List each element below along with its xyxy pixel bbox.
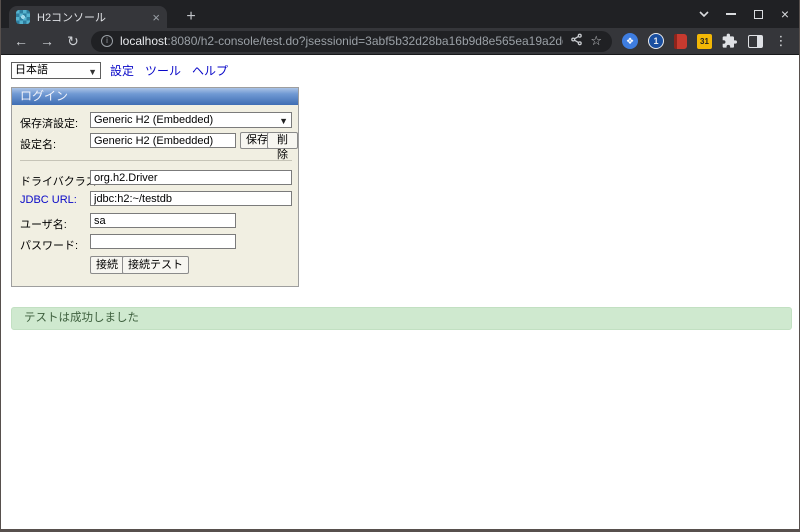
browser-menu-icon[interactable]: ⋮ — [773, 33, 789, 49]
login-panel: ログイン 保存済設定: Generic H2 (Embedded) ▼ 設定名:… — [11, 87, 299, 287]
tools-link[interactable]: ツール — [145, 62, 181, 79]
password-input[interactable] — [90, 234, 236, 249]
tab-strip: H2コンソール × + × — [1, 0, 799, 28]
login-panel-title: ログイン — [12, 88, 298, 105]
tab-search-chevron-icon[interactable] — [698, 8, 710, 20]
tab-close-icon[interactable]: × — [152, 11, 160, 24]
test-success-message: テストは成功しました — [11, 307, 792, 330]
saved-settings-label: 保存済設定: — [20, 115, 78, 131]
reload-icon[interactable]: ↻ — [61, 33, 85, 50]
settings-link[interactable]: 設定 — [110, 62, 134, 79]
back-icon[interactable]: ← — [9, 33, 33, 49]
password-label: パスワード: — [20, 237, 78, 253]
forward-icon[interactable]: → — [35, 33, 59, 49]
chevron-down-icon: ▼ — [88, 65, 97, 80]
username-input[interactable] — [90, 213, 236, 228]
extensions-row: ❖ 1 31 ⋮ — [620, 33, 791, 49]
browser-tab[interactable]: H2コンソール × — [9, 6, 167, 28]
saved-settings-value: Generic H2 (Embedded) — [94, 114, 213, 126]
extensions-puzzle-icon[interactable] — [722, 33, 738, 49]
saved-settings-select[interactable]: Generic H2 (Embedded) ▼ — [90, 112, 292, 128]
console-topbar: 日本語 ▼ 設定 ツール ヘルプ — [11, 62, 228, 79]
share-icon[interactable] — [570, 33, 583, 49]
calendar-extension-icon[interactable]: 31 — [697, 34, 712, 49]
bookmark-star-icon[interactable]: ☆ — [590, 33, 602, 49]
language-select[interactable]: 日本語 ▼ — [11, 62, 101, 79]
dictionary-extension-icon[interactable] — [674, 34, 687, 49]
jdbc-url-input[interactable] — [90, 191, 292, 206]
browser-toolbar: ← → ↻ i localhost:8080/h2-console/test.d… — [1, 28, 799, 55]
site-info-icon[interactable]: i — [101, 35, 113, 47]
new-tab-button[interactable]: + — [179, 5, 203, 29]
help-link[interactable]: ヘルプ — [192, 62, 228, 79]
driver-class-label: ドライバクラス: — [20, 173, 100, 189]
browser-window: H2コンソール × + × ← → ↻ i localhost:8080/h2-… — [0, 0, 800, 532]
connect-button[interactable]: 接続 — [90, 256, 124, 274]
address-bar[interactable]: i localhost:8080/h2-console/test.do?jses… — [91, 31, 612, 52]
side-panel-icon[interactable] — [748, 35, 763, 48]
divider — [20, 160, 292, 161]
close-button[interactable]: × — [779, 8, 791, 20]
console-nav-links: 設定 ツール ヘルプ — [110, 62, 228, 79]
delete-button[interactable]: 削除 — [267, 132, 298, 149]
setting-name-label: 設定名: — [20, 136, 56, 152]
username-label: ユーザ名: — [20, 216, 67, 232]
setting-name-input[interactable] — [90, 133, 236, 148]
jdbc-url-label[interactable]: JDBC URL: — [20, 194, 77, 206]
tab-title: H2コンソール — [37, 9, 145, 25]
url-text: localhost:8080/h2-console/test.do?jsessi… — [120, 34, 563, 48]
h2-console-page: 日本語 ▼ 設定 ツール ヘルプ ログイン 保存済設定: Generic H2 … — [1, 55, 799, 528]
driver-class-input[interactable] — [90, 170, 292, 185]
blue-extension-icon[interactable]: ❖ — [622, 33, 638, 49]
maximize-button[interactable] — [752, 8, 764, 20]
test-connection-button[interactable]: 接続テスト — [122, 256, 189, 274]
onepassword-extension-icon[interactable]: 1 — [648, 33, 664, 49]
minimize-button[interactable] — [725, 8, 737, 20]
language-select-value: 日本語 — [15, 64, 48, 76]
window-controls: × — [698, 0, 791, 28]
chevron-down-icon: ▼ — [279, 114, 288, 128]
h2-favicon-icon — [16, 10, 30, 24]
